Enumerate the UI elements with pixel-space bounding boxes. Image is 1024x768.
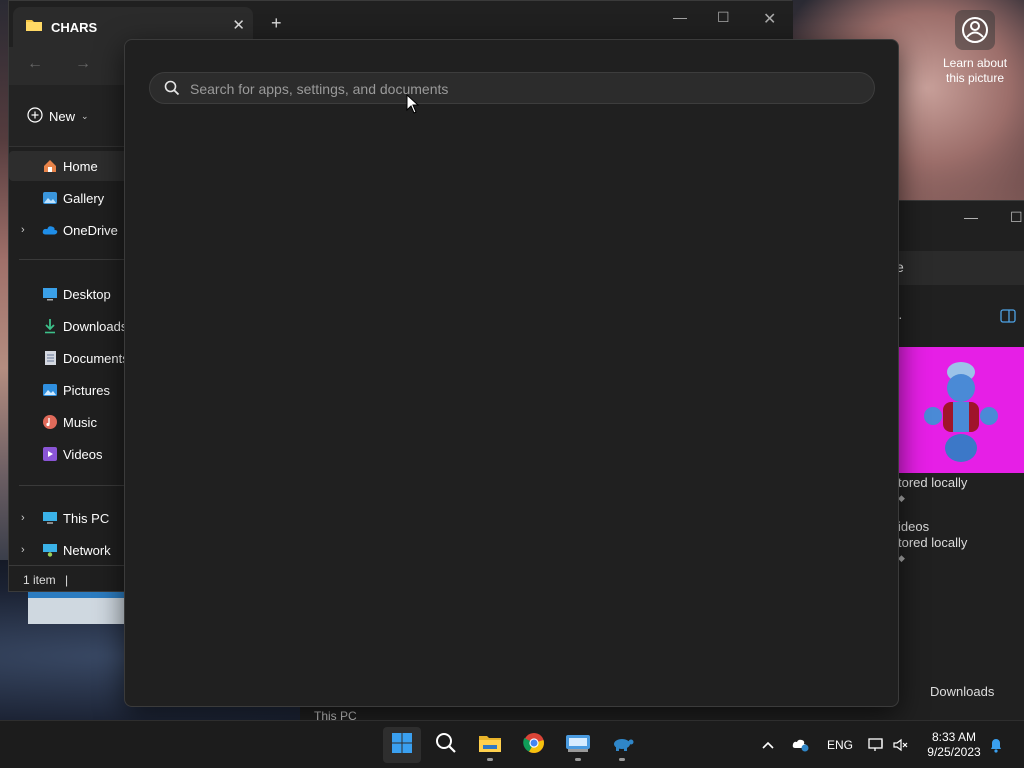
sidebar-item-desktop[interactable]: Desktop: [9, 279, 129, 309]
taskbar-search-button[interactable]: [427, 727, 465, 763]
chrome-icon: [523, 732, 545, 759]
sidebar-item-label: Desktop: [63, 286, 111, 302]
videos-icon: [42, 446, 58, 462]
documents-icon: [42, 350, 58, 366]
sidebar-item-label: Gallery: [63, 190, 105, 206]
new-tab-icon[interactable]: +: [271, 13, 282, 34]
navigation-pane: Home Gallery › OneDrive Desktop Download…: [9, 147, 129, 567]
running-indicator: [487, 758, 493, 761]
notification-bell-icon[interactable]: [988, 721, 1004, 768]
chevron-right-icon[interactable]: ›: [21, 544, 25, 556]
network-status-icon[interactable]: [867, 721, 885, 768]
clock-time: 8:33 AM: [931, 730, 977, 744]
windows-logo-icon: [391, 732, 413, 759]
divider: [9, 565, 129, 566]
learn-label: Learn about this picture: [942, 56, 1008, 85]
pin-icon: ◆: [898, 493, 905, 503]
running-indicator: [619, 758, 625, 761]
sidebar-item-home[interactable]: Home: [9, 151, 129, 181]
sidebar-item-label: Network: [63, 542, 111, 558]
maximize-icon[interactable]: ☐: [717, 9, 730, 26]
taskbar-keyboard-app[interactable]: [559, 727, 597, 763]
desktop-icon: [42, 286, 58, 302]
show-hidden-icons-chevron-icon[interactable]: [762, 721, 774, 768]
sidebar-item-label: Downloads: [63, 318, 128, 334]
onedrive-icon: [42, 222, 58, 238]
close-icon[interactable]: ✕: [763, 9, 776, 29]
sidebar-item-label: Documents: [63, 350, 129, 366]
running-indicator: [575, 758, 581, 761]
keyboard-app-icon: [565, 733, 591, 758]
chevron-right-icon[interactable]: ›: [21, 224, 25, 236]
search-box[interactable]: [149, 72, 875, 104]
mouse-cursor-icon: [406, 93, 420, 119]
downloads-label[interactable]: Downloads: [930, 684, 994, 699]
pictures-icon: [42, 382, 58, 398]
search-input[interactable]: [190, 77, 860, 101]
downloads-icon: [42, 318, 58, 334]
pin-icon: ◆: [898, 553, 905, 563]
sidebar-item-documents[interactable]: Documents: [9, 343, 129, 373]
sidebar-item-label: Pictures: [63, 382, 110, 398]
sidebar-item-label: Home: [63, 158, 98, 174]
sidebar-item-music[interactable]: Music: [9, 407, 129, 437]
volume-muted-icon[interactable]: [893, 721, 909, 768]
item-status: tored locally: [898, 535, 968, 550]
language-indicator[interactable]: ENG: [827, 721, 853, 768]
sidebar-item-pictures[interactable]: Pictures: [9, 375, 129, 405]
status-bar-count: 1 item: [23, 573, 56, 587]
sidebar-item-label: This PC: [63, 510, 110, 526]
taskbar-chrome[interactable]: [515, 727, 553, 763]
forward-arrow-icon[interactable]: →: [75, 55, 91, 73]
maximize-icon[interactable]: ☐: [1010, 209, 1023, 226]
taskbar-file-explorer[interactable]: [471, 727, 509, 763]
sidebar-item-gallery[interactable]: Gallery: [9, 183, 129, 213]
search-icon: [435, 732, 457, 759]
onedrive-status-icon[interactable]: [792, 721, 810, 768]
sidebar-item-label: Videos: [63, 446, 103, 462]
music-icon: [42, 414, 58, 430]
start-button[interactable]: [383, 727, 421, 763]
sidebar-item-network[interactable]: › Network: [9, 535, 129, 565]
camera-icon: [955, 10, 995, 50]
window-thumbnail: [28, 592, 128, 624]
tab-title: CHARS: [51, 19, 98, 35]
sidebar-item-videos[interactable]: Videos: [9, 439, 129, 469]
item-status: tored locally: [898, 475, 968, 490]
folder-icon: [25, 17, 43, 37]
chevron-down-icon: ⌄: [81, 111, 89, 121]
sidebar-item-this-pc[interactable]: › This PC: [9, 503, 129, 533]
search-flyout: [124, 39, 899, 707]
clock[interactable]: 8:33 AM 9/25/2023: [922, 730, 986, 760]
close-tab-icon[interactable]: ✕: [232, 16, 245, 34]
network-icon: [42, 542, 58, 558]
divider: [19, 485, 129, 486]
learn-about-picture[interactable]: Learn about this picture: [938, 10, 1012, 86]
divider: [19, 259, 129, 260]
search-icon: [164, 80, 180, 101]
turtle-app-icon: [610, 733, 634, 758]
item-name: ideos: [898, 519, 930, 534]
home-icon: [42, 158, 58, 174]
minimize-icon[interactable]: —: [964, 209, 978, 225]
sidebar-item-label: OneDrive: [63, 222, 118, 238]
gallery-icon: [42, 190, 58, 206]
back-arrow-icon[interactable]: ←: [27, 55, 43, 73]
details-pane-icon[interactable]: [1000, 309, 1016, 328]
sidebar-item-downloads[interactable]: Downloads: [9, 311, 129, 341]
folder-icon: [478, 733, 502, 758]
new-label: New: [49, 109, 76, 124]
plus-circle-icon: [27, 107, 43, 126]
minimize-icon[interactable]: —: [673, 9, 687, 25]
sidebar-item-onedrive[interactable]: › OneDrive: [9, 215, 129, 245]
new-button[interactable]: New ⌄: [27, 107, 89, 126]
chevron-right-icon[interactable]: ›: [21, 512, 25, 524]
status-separator: |: [65, 573, 69, 587]
taskbar: ENG 8:33 AM 9/25/2023: [0, 720, 1024, 768]
sidebar-item-label: Music: [63, 414, 97, 430]
clock-date: 9/25/2023: [927, 745, 981, 759]
taskbar-turtle-app[interactable]: [603, 727, 641, 763]
this-pc-icon: [42, 510, 58, 526]
genie-thumbnail[interactable]: [898, 347, 1024, 473]
